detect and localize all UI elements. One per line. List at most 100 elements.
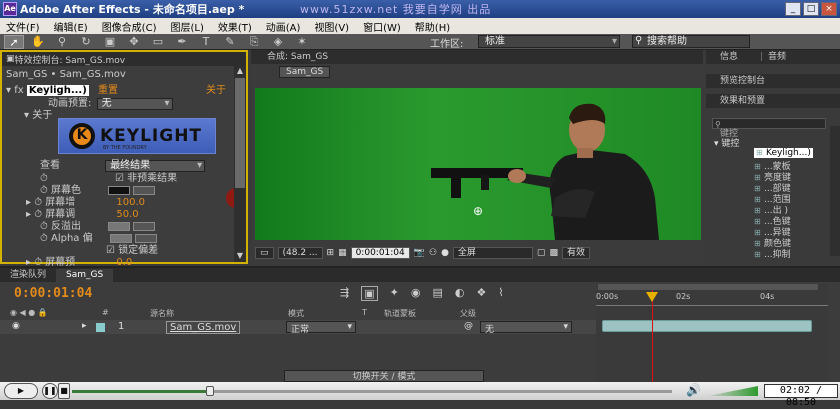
- expand-triangle-icon[interactable]: ▾: [24, 110, 32, 121]
- time-ruler[interactable]: 0:00s 02s 04s: [596, 284, 828, 384]
- col-mode[interactable]: 模式: [288, 308, 304, 319]
- layer-mode-select[interactable]: 正常 ▾: [286, 321, 356, 335]
- menu-file[interactable]: 文件(F): [6, 19, 40, 34]
- zoom-tool-icon[interactable]: ⚲: [52, 35, 72, 49]
- live-update-icon[interactable]: ▣: [361, 286, 378, 301]
- transparency-grid-icon[interactable]: ▩: [549, 248, 558, 258]
- minimize-button[interactable]: _: [785, 2, 801, 16]
- timeline-timecode[interactable]: 0:00:01:04: [14, 286, 92, 301]
- grid-icon[interactable]: ▦: [338, 248, 347, 258]
- label-color-swatch[interactable]: [96, 323, 105, 332]
- tab-audio[interactable]: 音频: [768, 50, 786, 64]
- channel-icon[interactable]: ●: [441, 248, 449, 258]
- magnification-select[interactable]: (48.2 ...: [277, 247, 323, 259]
- hand-tool-icon[interactable]: ✋: [28, 35, 48, 49]
- video-toggle-icon[interactable]: ◉: [12, 321, 20, 331]
- safe-zones-icon[interactable]: ⊞: [327, 248, 335, 258]
- expand-triangle-icon[interactable]: ▾: [6, 85, 14, 96]
- composition-tab[interactable]: 合成: Sam_GS: [251, 50, 703, 64]
- show-snapshot-icon[interactable]: ⚇: [429, 248, 437, 258]
- tab-effects-presets[interactable]: 效果和预置: [706, 94, 840, 108]
- panel-menu-icon[interactable]: ▣: [6, 54, 15, 64]
- tab-info[interactable]: 信息: [720, 52, 738, 62]
- renderer-select[interactable]: 有效: [561, 247, 590, 259]
- layer-duration-bar[interactable]: [602, 320, 812, 332]
- maximize-button[interactable]: □: [803, 2, 819, 16]
- col-track-matte[interactable]: 轨道蒙板: [384, 308, 416, 319]
- menu-effect[interactable]: 效果(T): [218, 19, 252, 34]
- motion-blur-icon[interactable]: ◐: [455, 286, 465, 301]
- layer-parent-select[interactable]: 无 ▾: [480, 321, 572, 335]
- always-preview-icon[interactable]: ▭: [255, 247, 274, 259]
- clone-tool-icon[interactable]: ⎘: [244, 35, 264, 49]
- effects-scrollbar[interactable]: [830, 126, 840, 256]
- col-parent[interactable]: 父级: [460, 308, 476, 319]
- expand-triangle-icon[interactable]: ▸: [82, 321, 87, 331]
- expand-triangle-icon[interactable]: ▸: [26, 209, 34, 220]
- frame-blending-icon[interactable]: ▤: [432, 286, 442, 301]
- layer-row[interactable]: ◉ ▸ 1 Sam_GS.mov 正常 ▾ @ 无 ▾: [0, 320, 596, 335]
- rotate-tool-icon[interactable]: ↻: [76, 35, 96, 49]
- about-link[interactable]: 关于: [206, 81, 226, 96]
- category-keying[interactable]: ▾ 键控: [714, 136, 739, 149]
- shy-layers-icon[interactable]: ◉: [411, 286, 421, 301]
- tab-render-queue[interactable]: 渲染队列: [0, 269, 56, 282]
- brush-tool-icon[interactable]: ✎: [220, 35, 240, 49]
- tab-preview[interactable]: 预览控制台: [706, 74, 840, 88]
- menu-window[interactable]: 窗口(W): [363, 19, 401, 34]
- resolution-select[interactable]: 全屏: [452, 247, 533, 259]
- brainstorm-icon[interactable]: ❖: [476, 286, 486, 301]
- effect-item[interactable]: ⊞ ...抑制: [754, 247, 791, 260]
- composition-subtab[interactable]: Sam_GS: [279, 66, 331, 78]
- tab-comp-timeline[interactable]: Sam_GS: [56, 269, 114, 282]
- menu-animation[interactable]: 动画(A): [266, 19, 301, 34]
- text-tool-icon[interactable]: T: [196, 35, 216, 49]
- effect-controls-tab[interactable]: ▣ 特效控制台: Sam_GS.mov: [2, 52, 246, 66]
- pen-tool-icon[interactable]: ✒: [172, 35, 192, 49]
- scrollbar-thumb[interactable]: [235, 78, 245, 188]
- pickwhip-icon[interactable]: @: [464, 321, 473, 331]
- scroll-down-icon[interactable]: ▼: [235, 251, 245, 261]
- anchor-point-icon[interactable]: ⊕: [473, 204, 483, 218]
- time-navigator[interactable]: [598, 284, 818, 290]
- menu-edit[interactable]: 编辑(E): [54, 19, 88, 34]
- menu-view[interactable]: 视图(V): [314, 19, 349, 34]
- volume-icon[interactable]: 🔊: [686, 383, 701, 397]
- play-button[interactable]: ▶: [4, 383, 38, 399]
- region-of-interest-icon[interactable]: ▢: [537, 248, 546, 258]
- volume-slider[interactable]: [708, 386, 758, 396]
- selection-tool-icon[interactable]: ➚: [4, 34, 24, 49]
- seek-handle[interactable]: [206, 386, 214, 396]
- camera-tool-icon[interactable]: ▣: [100, 35, 120, 49]
- eraser-tool-icon[interactable]: ◈: [268, 35, 288, 49]
- puppet-tool-icon[interactable]: ✶: [292, 35, 312, 49]
- mask-tool-icon[interactable]: ▭: [148, 35, 168, 49]
- animation-preset-select[interactable]: 无: [96, 98, 173, 110]
- col-source-name[interactable]: 源名称: [150, 308, 174, 319]
- effect-item[interactable]: ⊞ Keyligh...): [754, 148, 813, 158]
- graph-editor-icon[interactable]: ⌇: [498, 286, 503, 301]
- about-row[interactable]: ▾ 关于: [24, 106, 52, 121]
- fx-badge-icon[interactable]: fx: [14, 85, 27, 96]
- menu-composition[interactable]: 图像合成(C): [102, 19, 157, 34]
- close-button[interactable]: ×: [821, 2, 837, 16]
- search-help-input[interactable]: ⚲ 搜索帮助: [632, 35, 750, 48]
- composition-panel: 合成: Sam_GS Sam_GS ⊕ ▭ (48.2 ... ⊞ ▦ 0:00…: [251, 50, 703, 264]
- snapshot-icon[interactable]: 📷: [414, 248, 425, 258]
- effect-controls-scrollbar[interactable]: ▲ ▼: [234, 66, 246, 262]
- menu-layer[interactable]: 图层(L): [170, 19, 203, 34]
- stop-button[interactable]: ■: [58, 383, 70, 399]
- pause-button[interactable]: ❚❚: [42, 383, 58, 399]
- composition-viewer[interactable]: ⊕: [255, 88, 701, 240]
- seek-bar[interactable]: [72, 386, 672, 396]
- composition-mini-flowchart-icon[interactable]: ⇶: [340, 286, 349, 301]
- workspace-select[interactable]: 标准 ▾: [478, 35, 620, 48]
- toggle-switches-modes-button[interactable]: 切换开关 / 模式: [284, 370, 484, 382]
- pan-behind-tool-icon[interactable]: ✥: [124, 35, 144, 49]
- scroll-up-icon[interactable]: ▲: [235, 66, 245, 76]
- layer-name[interactable]: Sam_GS.mov: [166, 321, 241, 334]
- current-time-display[interactable]: 0:00:01:04: [350, 247, 410, 259]
- stopwatch-icon[interactable]: ⏱: [40, 233, 51, 244]
- draft-3d-icon[interactable]: ✦: [390, 286, 399, 301]
- menu-help[interactable]: 帮助(H): [415, 19, 450, 34]
